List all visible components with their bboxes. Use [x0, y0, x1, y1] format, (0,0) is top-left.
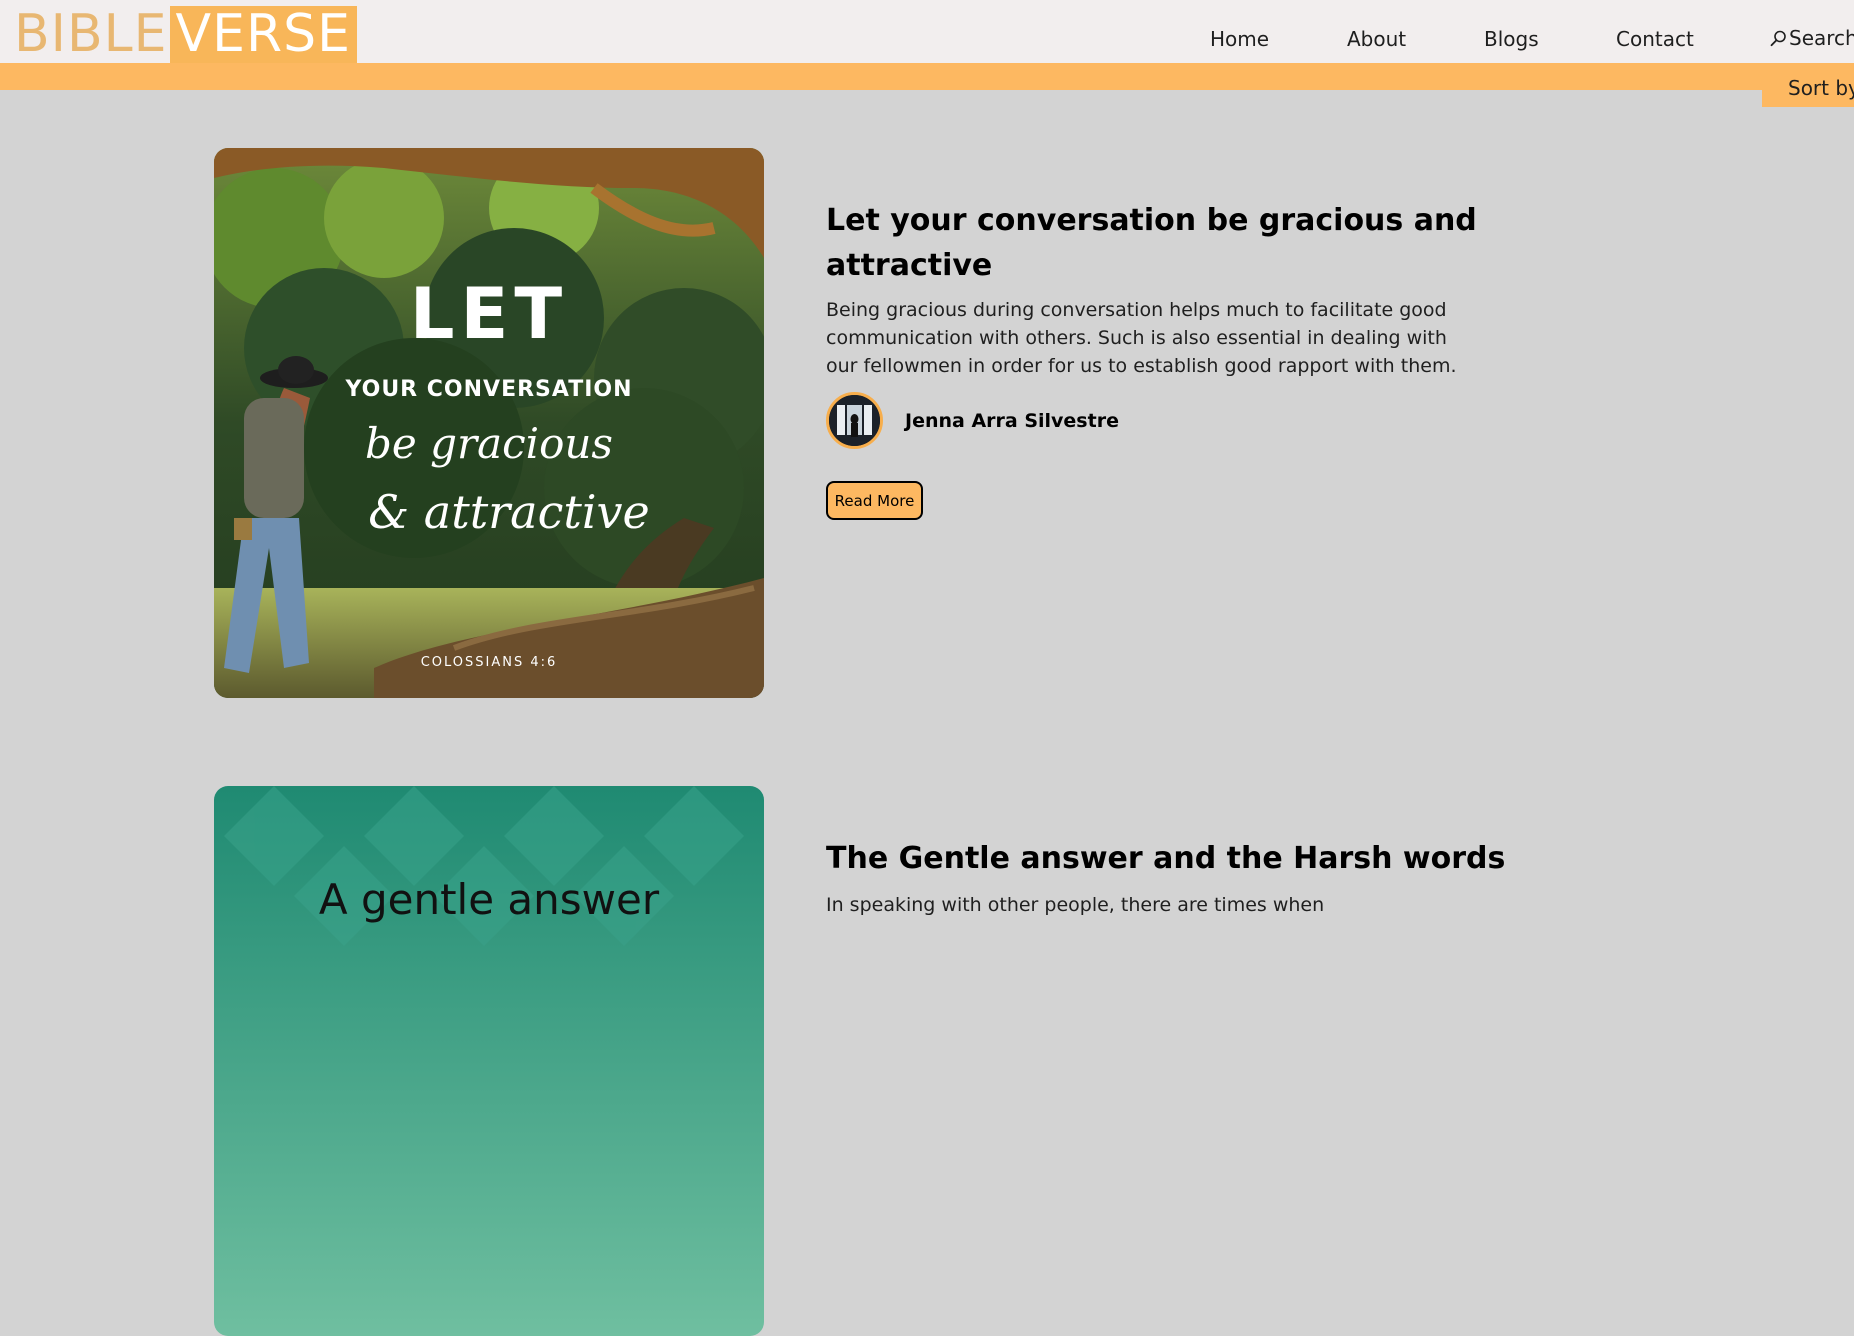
- image-text-reference: COLOSSIANS 4:6: [421, 655, 558, 670]
- post-image[interactable]: LET YOUR CONVERSATION be gracious & attr…: [214, 148, 764, 698]
- image-text-line1: LET: [410, 273, 568, 355]
- site-logo[interactable]: BIBLE VERSE: [14, 6, 357, 63]
- read-more-button[interactable]: Read More: [826, 481, 923, 520]
- post-image-graphic: A gentle answer: [214, 786, 764, 1336]
- nav-home-link[interactable]: Home: [1210, 27, 1269, 51]
- sort-by-dropdown[interactable]: Sort by: [1762, 76, 1854, 107]
- image-text-line4: & attractive: [368, 485, 650, 539]
- logo-text-verse: VERSE: [169, 6, 357, 63]
- image-text-line3: be gracious: [365, 419, 613, 468]
- post-excerpt: Being gracious during conversation helps…: [826, 299, 1457, 377]
- sort-by-label: Sort by: [1788, 76, 1854, 100]
- search-label: Search: [1789, 26, 1854, 50]
- post-title[interactable]: The Gentle answer and the Harsh words: [826, 836, 1546, 881]
- nav-blogs-link[interactable]: Blogs: [1484, 27, 1539, 51]
- author-name[interactable]: Jenna Arra Silvestre: [905, 410, 1119, 432]
- top-navigation-bar: BIBLE VERSE Home About Blogs Contact Sea…: [0, 0, 1854, 63]
- search-button[interactable]: Search: [1770, 26, 1854, 50]
- search-icon: [1770, 30, 1786, 46]
- logo-text-bible: BIBLE: [14, 4, 168, 64]
- post-author: Jenna Arra Silvestre: [826, 392, 1119, 449]
- nav-contact-link[interactable]: Contact: [1616, 27, 1694, 51]
- author-avatar: [826, 392, 883, 449]
- image-text-line2: YOUR CONVERSATION: [344, 377, 632, 402]
- post-image-graphic: LET YOUR CONVERSATION be gracious & attr…: [214, 148, 764, 698]
- post-title[interactable]: Let your conversation be gracious and at…: [826, 198, 1486, 288]
- post-excerpt: In speaking with other people, there are…: [826, 894, 1325, 916]
- post-image[interactable]: A gentle answer: [214, 786, 764, 1336]
- nav-about-link[interactable]: About: [1347, 27, 1406, 51]
- image-text-line1: A gentle answer: [319, 875, 660, 924]
- accent-strip: [0, 63, 1854, 90]
